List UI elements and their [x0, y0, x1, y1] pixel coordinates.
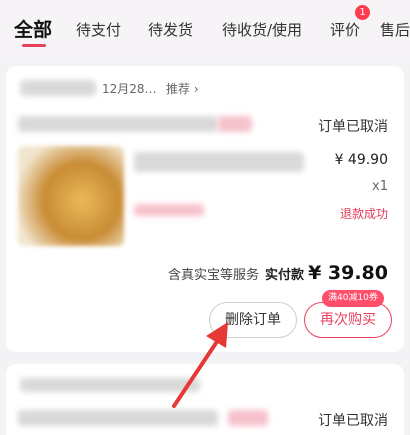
tab-all[interactable]: 全部	[14, 15, 52, 42]
paid-label: 实付款	[265, 268, 305, 283]
store-name-blurred	[20, 80, 96, 96]
product-tag-blurred	[228, 410, 268, 426]
review-count-badge: 1	[355, 5, 370, 20]
tab-pending-shipment[interactable]: 待发货	[148, 19, 193, 40]
payment-summary: 含真实宝等服务 实付款 ¥ 39.80	[168, 262, 388, 284]
tab-review[interactable]: 评价	[330, 19, 360, 40]
order-card[interactable]: 12月28… 推荐 › 订单已取消 ¥ 49.90 x1 退款成功 含真实宝等服…	[6, 66, 404, 352]
coupon-badge: 满40减10券	[322, 290, 384, 307]
product-quantity: x1	[372, 179, 388, 194]
order-status: 订单已取消	[318, 119, 388, 135]
product-spec-blurred	[134, 204, 204, 216]
order-tabs: 全部 待支付 待发货 待收货/使用 评价 1 售后	[0, 0, 410, 58]
order-date: 12月28…	[102, 82, 157, 96]
tab-after-sales[interactable]: 售后	[380, 19, 410, 40]
chevron-right-icon: ›	[193, 82, 199, 96]
product-name-blurred	[134, 152, 304, 172]
product-tag-blurred	[218, 116, 252, 132]
store-name-blurred	[20, 378, 200, 392]
product-price: ¥ 49.90	[334, 152, 388, 168]
recommend-label: 推荐	[166, 82, 191, 96]
delete-order-button[interactable]: 删除订单	[209, 302, 297, 338]
services-label: 含真实宝等服务	[168, 268, 260, 283]
product-title-blurred	[18, 410, 218, 426]
product-title-blurred	[18, 116, 218, 132]
paid-amount: ¥ 39.80	[308, 262, 388, 284]
active-tab-indicator	[22, 44, 46, 47]
recommend-link[interactable]: 推荐 ›	[166, 80, 199, 97]
rebuy-button[interactable]: 再次购买	[304, 302, 392, 338]
product-image[interactable]	[18, 146, 124, 246]
watermark-logo	[280, 380, 408, 420]
tab-pending-payment[interactable]: 待支付	[76, 19, 121, 40]
refund-status[interactable]: 退款成功	[340, 205, 388, 222]
tab-pending-receipt[interactable]: 待收货/使用	[222, 19, 302, 40]
